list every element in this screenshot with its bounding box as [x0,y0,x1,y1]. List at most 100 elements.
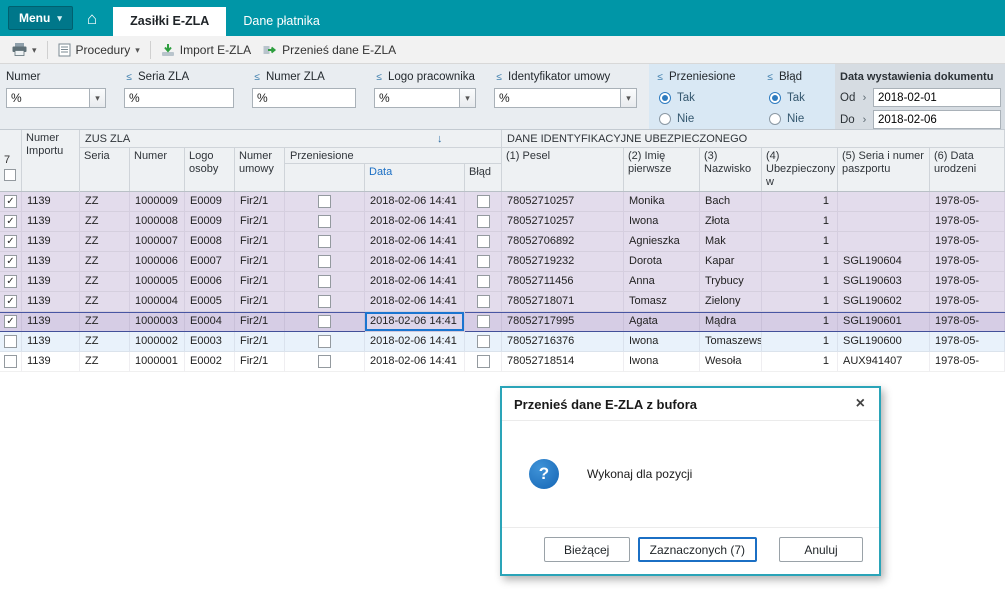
cell-ubezpieczony-w[interactable]: 1 [762,212,838,232]
filter-seria-zla-input[interactable] [124,88,234,108]
cell-imie[interactable]: Dorota [624,252,700,272]
cell-logo-osoby[interactable]: E0002 [185,352,235,372]
cell-ubezpieczony-w[interactable]: 1 [762,192,838,212]
date-picker-icon[interactable]: › [859,114,870,126]
cell-pesel[interactable]: 78052719232 [502,252,624,272]
col-header-ubezpieczony[interactable]: (4) Ubezpieczony w [762,148,838,191]
do-date-input[interactable] [873,110,1001,129]
cell-numer-importu[interactable]: 1139 [22,292,80,312]
biezacej-button[interactable]: Bieżącej [543,537,630,562]
row-select-checkbox[interactable]: ✓ [4,235,17,248]
blad-checkbox[interactable] [476,255,490,268]
col-header-numer-importu[interactable]: Numer Importu [22,130,80,192]
przeniesione-checkbox[interactable] [318,235,331,248]
filter-condition-icon[interactable]: ≤ [124,72,134,83]
cell-paszport[interactable]: SGL190601 [838,312,930,332]
cell-nazwisko[interactable]: Wesoła [700,352,762,372]
cell-data-urodzenia[interactable]: 1978-05- [930,312,1005,332]
od-date-input[interactable] [873,88,1001,107]
cell-seria[interactable]: ZZ [80,292,130,312]
filter-condition-icon[interactable]: ≤ [252,72,262,83]
cell-data[interactable]: 2018-02-06 14:41 [365,312,465,332]
row-select-checkbox[interactable]: ✓ [4,275,17,288]
cell-data[interactable]: 2018-02-06 14:41 [365,232,465,252]
cell-data-urodzenia[interactable]: 1978-05- [930,332,1005,352]
col-header-data[interactable]: Data [365,164,465,191]
przeniesione-checkbox[interactable] [318,355,331,368]
col-header-nazwisko[interactable]: (3) Nazwisko [700,148,762,191]
blad-checkbox[interactable] [476,295,490,308]
blad-checkbox[interactable] [476,315,490,328]
cell-seria[interactable]: ZZ [80,252,130,272]
row-select-checkbox[interactable]: ✓ [4,195,17,208]
print-button[interactable]: ▾ [6,40,43,59]
cell-ubezpieczony-w[interactable]: 1 [762,272,838,292]
cell-numer[interactable]: 1000004 [130,292,185,312]
filter-condition-icon[interactable]: ≤ [765,72,775,83]
group-header-dane[interactable]: DANE IDENTYFIKACYJNE UBEZPIECZONEGO [502,130,1005,148]
col-header-seria[interactable]: Seria [80,148,130,191]
cell-seria[interactable]: ZZ [80,352,130,372]
blad-checkbox[interactable] [476,275,490,288]
cell-imie[interactable]: Iwona [624,212,700,232]
radio-przeniesione-tak[interactable]: Tak [659,89,759,106]
cell-numer-umowy[interactable]: Fir2/1 [235,292,285,312]
cell-numer-importu[interactable]: 1139 [22,252,80,272]
cell-logo-osoby[interactable]: E0008 [185,232,235,252]
przeniesione-checkbox[interactable] [318,295,331,308]
blad-checkbox[interactable] [476,215,490,228]
radio-blad-tak[interactable]: Tak [769,89,835,106]
row-select-checkbox[interactable]: ✓ [4,295,17,308]
blad-checkbox[interactable] [476,335,490,348]
cell-numer-importu[interactable]: 1139 [22,272,80,292]
cell-pesel[interactable]: 78052710257 [502,212,624,232]
cell-nazwisko[interactable]: Zielony [700,292,762,312]
cell-numer-umowy[interactable]: Fir2/1 [235,332,285,352]
cell-paszport[interactable] [838,212,930,232]
home-icon[interactable]: ⌂ [87,10,97,27]
cell-paszport[interactable] [838,192,930,212]
cell-pesel[interactable]: 78052706892 [502,232,624,252]
chevron-down-icon[interactable]: ▾ [620,88,637,108]
cell-nazwisko[interactable]: Kapar [700,252,762,272]
filter-logo-input[interactable] [374,88,459,108]
cell-nazwisko[interactable]: Tomaszewska [700,332,762,352]
cell-seria[interactable]: ZZ [80,192,130,212]
filter-numer-zla-input[interactable] [252,88,356,108]
select-all-checkbox[interactable] [4,169,16,181]
cell-data-urodzenia[interactable]: 1978-05- [930,232,1005,252]
przeniesione-checkbox[interactable] [318,315,331,328]
blad-checkbox[interactable] [476,235,490,248]
cell-nazwisko[interactable]: Bach [700,192,762,212]
blad-checkbox[interactable] [476,355,490,368]
cell-numer[interactable]: 1000009 [130,192,185,212]
cell-imie[interactable]: Agnieszka [624,232,700,252]
cell-logo-osoby[interactable]: E0004 [185,312,235,332]
chevron-down-icon[interactable]: ▾ [459,88,476,108]
col-header-przeniesione[interactable]: Przeniesione [285,148,502,164]
cell-pesel[interactable]: 78052718071 [502,292,624,312]
cell-numer-umowy[interactable]: Fir2/1 [235,352,285,372]
cell-ubezpieczony-w[interactable]: 1 [762,232,838,252]
cell-paszport[interactable]: SGL190602 [838,292,930,312]
cell-nazwisko[interactable]: Złota [700,212,762,232]
row-select-checkbox[interactable]: ✓ [4,315,17,328]
przenies-dane-button[interactable]: Przenieś dane E-ZLA [257,40,402,60]
cell-data[interactable]: 2018-02-06 14:41 [365,352,465,372]
cell-logo-osoby[interactable]: E0005 [185,292,235,312]
cell-numer[interactable]: 1000007 [130,232,185,252]
cell-numer[interactable]: 1000006 [130,252,185,272]
przeniesione-checkbox[interactable] [318,275,331,288]
cell-seria[interactable]: ZZ [80,212,130,232]
przeniesione-checkbox[interactable] [318,215,331,228]
cell-ubezpieczony-w[interactable]: 1 [762,352,838,372]
col-header-numer-umowy[interactable]: Numer umowy [235,148,285,191]
cell-numer-umowy[interactable]: Fir2/1 [235,312,285,332]
radio-przeniesione-nie[interactable]: Nie [659,110,759,127]
cell-paszport[interactable]: SGL190603 [838,272,930,292]
filter-condition-icon[interactable]: ≤ [494,72,504,83]
cell-imie[interactable]: Iwona [624,352,700,372]
col-header-paszport[interactable]: (5) Seria i numer paszportu [838,148,930,191]
cell-paszport[interactable]: SGL190604 [838,252,930,272]
import-e-zla-button[interactable]: Import E-ZLA [155,40,257,60]
